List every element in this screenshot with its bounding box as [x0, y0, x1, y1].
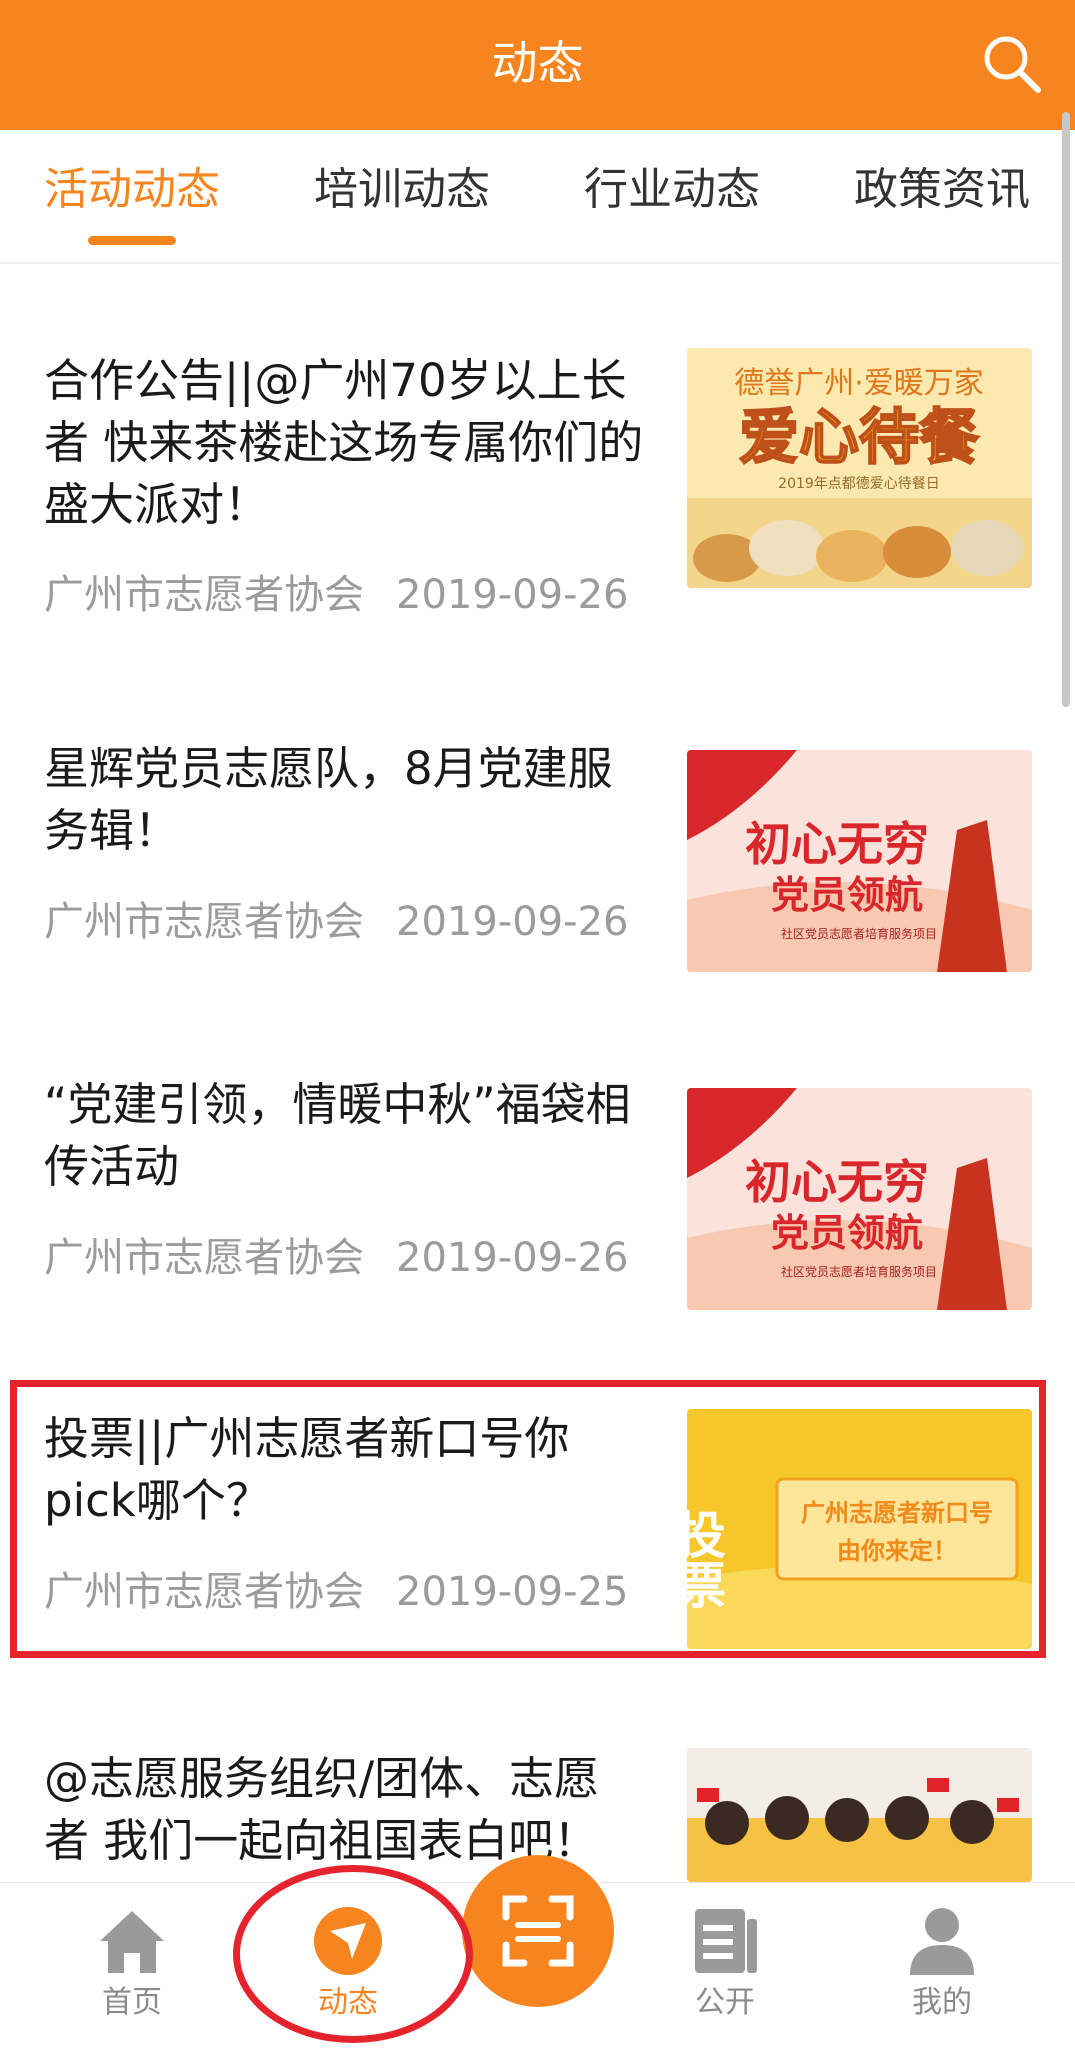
- thumb-text: 初心无穷: [745, 1155, 929, 1209]
- scrollbar[interactable]: [1062, 112, 1070, 707]
- scan-icon: [502, 1895, 574, 1967]
- highlight-ellipse: [233, 1865, 473, 2043]
- active-tab-indicator: [88, 236, 176, 245]
- news-thumbnail: [687, 1748, 1032, 1882]
- nav-label: 公开: [695, 1985, 755, 2020]
- thumb-text: 2019年点都德爱心待餐日: [778, 476, 940, 492]
- tab-training-news[interactable]: 培训动态: [314, 160, 490, 220]
- search-icon[interactable]: [978, 30, 1044, 96]
- news-title: 合作公告||@广州70岁以上长者 快来茶楼赴这场专属你们的盛大派对！: [44, 354, 644, 531]
- news-title: “党建引领，情暖中秋”福袋相传活动: [44, 1078, 631, 1193]
- nav-label: 首页: [102, 1985, 162, 2020]
- scan-button[interactable]: [462, 1855, 614, 2007]
- news-meta: 广州市志愿者协会 2019-09-26: [44, 895, 628, 949]
- tab-industry-news[interactable]: 行业动态: [584, 160, 760, 220]
- tab-policy-info[interactable]: 政策资讯: [854, 160, 1030, 220]
- tab-activity-news[interactable]: 活动动态: [44, 160, 220, 220]
- news-source: 广州市志愿者协会: [44, 899, 364, 945]
- nav-mine[interactable]: 我的: [862, 1883, 1022, 2053]
- news-thumbnail: 投票 广州志愿者新口号 由你来定！: [687, 1409, 1032, 1649]
- user-icon: [902, 1901, 982, 1981]
- nav-home[interactable]: 首页: [52, 1883, 212, 2053]
- news-source: 广州市志愿者协会: [44, 1569, 364, 1615]
- news-meta: 广州市志愿者协会 2019-09-26: [44, 1231, 628, 1285]
- nav-public[interactable]: 公开: [645, 1883, 805, 2053]
- thumb-text: 由你来定！: [837, 1537, 957, 1565]
- news-item[interactable]: 合作公告||@广州70岁以上长者 快来茶楼赴这场专属你们的盛大派对！ 广州市志愿…: [0, 348, 1060, 650]
- home-icon: [92, 1901, 172, 1981]
- nav-label: 我的: [912, 1985, 972, 2020]
- news-title: 星辉党员志愿队，8月党建服务辑！: [44, 742, 613, 857]
- news-source: 广州市志愿者协会: [44, 572, 364, 618]
- thumb-text: 社区党员志愿者培育服务项目: [781, 1264, 937, 1279]
- page-title: 动态: [491, 36, 584, 90]
- news-meta: 广州市志愿者协会 2019-09-25: [44, 1565, 628, 1619]
- news-thumbnail: 德誉广州·爱暖万家 爱心待餐 2019年点都德爱心待餐日: [687, 348, 1032, 588]
- document-icon: [685, 1901, 765, 1981]
- news-thumbnail: 初心无穷 党员领航 社区党员志愿者培育服务项目: [687, 1088, 1032, 1310]
- news-date: 2019-09-25: [396, 1569, 629, 1615]
- thumb-text: 德誉广州·爱暖万家: [734, 366, 984, 401]
- thumb-text: 爱心待餐: [739, 403, 979, 473]
- thumb-text: 党员领航: [771, 1211, 923, 1255]
- thumb-text: 投票: [687, 1509, 726, 1609]
- news-title: 投票||广州志愿者新口号你pick哪个？: [44, 1412, 570, 1527]
- news-date: 2019-09-26: [396, 1235, 629, 1281]
- news-meta: 广州市志愿者协会 2019-09-26: [44, 568, 628, 622]
- thumb-text: 党员领航: [771, 873, 923, 917]
- app-header: 动态: [0, 0, 1075, 130]
- news-item[interactable]: “党建引领，情暖中秋”福袋相传活动 广州市志愿者协会 2019-09-26 初心无…: [0, 1074, 1060, 1374]
- news-source: 广州市志愿者协会: [44, 1235, 364, 1281]
- thumb-text: 广州志愿者新口号: [801, 1499, 993, 1527]
- news-item[interactable]: 星辉党员志愿队，8月党建服务辑！ 广州市志愿者协会 2019-09-26 初心无穷…: [0, 738, 1060, 1038]
- news-date: 2019-09-26: [396, 572, 629, 618]
- thumb-text: 社区党员志愿者培育服务项目: [781, 926, 937, 941]
- news-thumbnail: 初心无穷 党员领航 社区党员志愿者培育服务项目: [687, 750, 1032, 972]
- news-title: @志愿服务组织/团体、志愿者 我们一起向祖国表白吧！: [44, 1752, 600, 1867]
- news-item[interactable]: 投票||广州志愿者新口号你pick哪个？ 广州市志愿者协会 2019-09-25 …: [0, 1408, 1060, 1708]
- thumb-text: 初心无穷: [745, 817, 929, 871]
- category-tabs: 活动动态 培训动态 行业动态 政策资讯: [0, 130, 1060, 264]
- news-date: 2019-09-26: [396, 899, 629, 945]
